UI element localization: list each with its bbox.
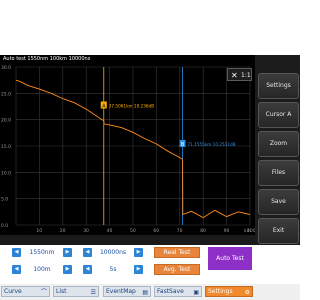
cursor-b-letter: B <box>181 142 185 148</box>
settings-icon: ⚙ <box>244 289 250 296</box>
y-tick-label: 10.0 <box>1 170 11 176</box>
cursor-a-readout: 37.5061km 19.236dB <box>109 104 154 109</box>
x-tick-label: 60 <box>153 228 159 234</box>
settings-button[interactable]: Settings <box>258 73 299 99</box>
avg-test-button[interactable]: Avg. Test <box>154 264 200 275</box>
x-tick-label: 80 <box>200 228 206 234</box>
tab-curve[interactable]: Curve ⌒ <box>1 286 50 297</box>
wavelength-decrease-button[interactable]: ◀ <box>12 248 21 257</box>
x-tick-label: 20 <box>60 228 66 234</box>
x-unit-label: km <box>244 228 251 234</box>
real-test-button[interactable]: Real Test <box>154 247 200 258</box>
range-value: 100m <box>33 266 51 273</box>
x-tick-label: 40 <box>107 228 113 234</box>
time-increase-button[interactable]: ▶ <box>134 265 143 274</box>
tab-eventmap[interactable]: EventMap ▤ <box>103 286 151 297</box>
zoom-button[interactable]: Zoom <box>258 131 299 157</box>
pulse-increase-button[interactable]: ▶ <box>134 248 143 257</box>
tab-label: EventMap <box>106 288 136 295</box>
range-increase-button[interactable]: ▶ <box>63 265 72 274</box>
y-tick-label: 20.0 <box>1 118 11 124</box>
tab-list[interactable]: List ☰ <box>53 286 99 297</box>
exit-button[interactable]: Exit <box>258 218 299 244</box>
tab-settings[interactable]: Settings ⚙ <box>205 286 253 297</box>
tab-fastsave[interactable]: FastSave ▣ <box>154 286 202 297</box>
save-button[interactable]: Save <box>258 189 299 215</box>
tab-label: Settings <box>208 288 233 295</box>
otdr-plot[interactable]: 30.0 25.0 20.0 15.0 10.0 5.0 0.0 10 20 30 40 50 60 70… <box>0 55 255 235</box>
wavelength-value: 1550nm <box>29 249 55 256</box>
x-tick-label: 30 <box>83 228 89 234</box>
eventmap-icon: ▤ <box>142 289 148 296</box>
tab-label: Curve <box>4 288 22 295</box>
y-tick-label: 0.0 <box>1 223 8 229</box>
y-tick-label: 25.0 <box>1 91 11 97</box>
x-tick-label: 90 <box>224 228 230 234</box>
pulse-decrease-button[interactable]: ◀ <box>83 248 92 257</box>
fastsave-icon: ▣ <box>193 289 199 296</box>
trace-title: Auto test 1550nm 100km 10000ns <box>3 56 91 62</box>
time-value: 5s <box>109 266 117 273</box>
wavelength-increase-button[interactable]: ▶ <box>63 248 72 257</box>
list-icon: ☰ <box>90 289 96 296</box>
x-tick-label: 50 <box>130 228 136 234</box>
x-tick-label: 70 <box>177 228 183 234</box>
range-decrease-button[interactable]: ◀ <box>12 265 21 274</box>
test-parameters: ◀ 1550nm ▶ ◀ 10000ns ▶ ◀ 100m ▶ ◀ 5s ▶ R… <box>0 245 300 285</box>
x-tick-label: 10 <box>36 228 42 234</box>
trace-panel: 30.0 25.0 20.0 15.0 10.0 5.0 0.0 10 20 30 40 50 60 70… <box>0 55 300 245</box>
zoom-ratio-label: 1:1 <box>241 72 251 79</box>
cursor-a-button[interactable]: Cursor A <box>258 102 299 128</box>
otdr-chart: 30.0 25.0 20.0 15.0 10.0 5.0 0.0 10 20 30 40 50 60 70… <box>1 65 255 234</box>
files-button[interactable]: Files <box>258 160 299 186</box>
tab-label: List <box>56 288 67 295</box>
time-decrease-button[interactable]: ◀ <box>83 265 92 274</box>
side-menu: Settings Cursor A Zoom Files Save Exit <box>255 55 300 245</box>
expand-arrows-icon: ✕ <box>231 71 238 80</box>
cursor-b-readout: 71.1555km 10.2511dB <box>188 142 236 147</box>
bottom-tab-bar: Curve ⌒ List ☰ EventMap ▤ FastSave ▣ Set… <box>0 284 300 300</box>
curve-icon: ⌒ <box>40 289 47 296</box>
pulse-width-value: 10000ns <box>99 249 126 256</box>
y-tick-label: 30.0 <box>1 65 11 71</box>
tab-label: FastSave <box>157 288 184 295</box>
zoom-ratio-button[interactable]: ✕ 1:1 <box>227 68 252 81</box>
auto-test-button[interactable]: Auto Test <box>208 247 252 270</box>
cursor-a-letter: A <box>102 104 106 110</box>
y-tick-label: 15.0 <box>1 144 11 150</box>
y-tick-label: 5.0 <box>1 197 8 203</box>
